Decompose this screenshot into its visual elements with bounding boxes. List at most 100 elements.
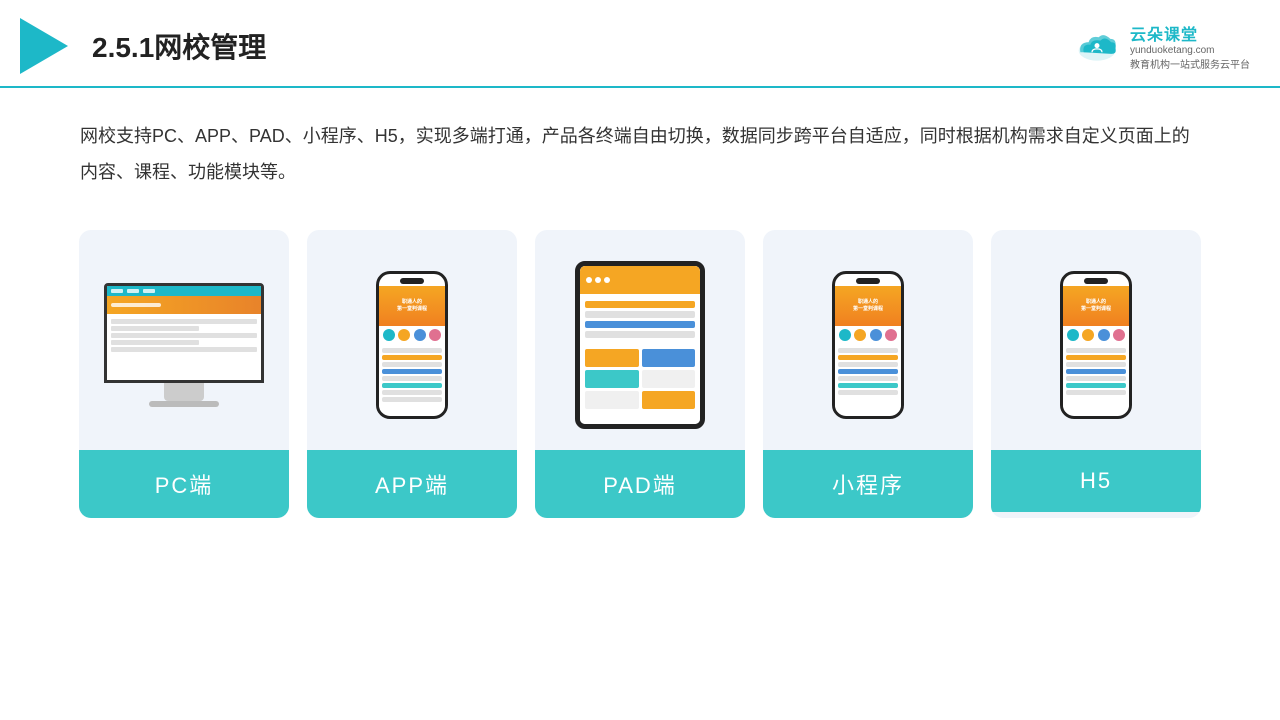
- mini-row: [838, 369, 898, 374]
- header-left: 2.5.1网校管理: [20, 18, 266, 74]
- card-app-label[interactable]: APP端: [307, 450, 517, 518]
- pc-banner: [107, 296, 261, 314]
- tablet-screen: [580, 266, 700, 424]
- card-pc-image: [79, 230, 289, 450]
- h5-icon-2: [1082, 329, 1094, 341]
- card-mini-label[interactable]: 小程序: [763, 450, 973, 518]
- grid-cell: [642, 370, 696, 388]
- card-app-image: 职通人的第一堂判课程: [307, 230, 517, 450]
- phone-screen-h5: 职通人的第一堂判课程: [1063, 286, 1129, 412]
- card-pad-image: [535, 230, 745, 450]
- mini-row: [838, 355, 898, 360]
- h5-row: [1066, 362, 1126, 367]
- phone-screen-mini: 职通人的第一堂判课程: [835, 286, 901, 412]
- h5-content: [1063, 344, 1129, 399]
- mini-banner: 职通人的第一堂判课程: [835, 286, 901, 326]
- header: 2.5.1网校管理 云朵课堂 yunduoketang.com 教育机构一站式服…: [0, 0, 1280, 88]
- card-pad: PAD端: [535, 230, 745, 518]
- row-3: [382, 362, 442, 367]
- tablet-row: [585, 331, 695, 338]
- app-icons: [379, 326, 445, 344]
- card-pc-label[interactable]: PC端: [79, 450, 289, 518]
- grid-cell: [585, 349, 639, 367]
- mini-content: [835, 344, 901, 399]
- icon-3: [414, 329, 426, 341]
- mini-row: [838, 376, 898, 381]
- grid-cell: [585, 370, 639, 388]
- content-row: [111, 326, 199, 331]
- tablet-dot: [586, 277, 592, 283]
- h5-row: [1066, 383, 1126, 388]
- content-row: [111, 319, 257, 324]
- tablet-row: [585, 301, 695, 308]
- phone-mockup-app: 职通人的第一堂判课程: [376, 271, 448, 419]
- tablet-mockup: [575, 261, 705, 429]
- h5-icon-1: [1067, 329, 1079, 341]
- grid-cell: [585, 391, 639, 409]
- description: 网校支持PC、APP、PAD、小程序、H5，实现多端打通，产品各终端自由切换，数…: [0, 88, 1280, 200]
- h5-icon-4: [1113, 329, 1125, 341]
- content-row: [111, 347, 257, 352]
- tablet-grid: [580, 345, 700, 413]
- logo-url: yunduoketang.com: [1130, 45, 1215, 56]
- row-1: [382, 348, 442, 353]
- card-h5-image: 职通人的第一堂判课程: [991, 230, 1201, 450]
- h5-row: [1066, 348, 1126, 353]
- mini-row: [838, 348, 898, 353]
- phone-mockup-h5: 职通人的第一堂判课程: [1060, 271, 1132, 419]
- pc-content: [107, 314, 261, 357]
- page-title: 2.5.1网校管理: [92, 26, 266, 66]
- monitor-mockup: [99, 283, 269, 407]
- grid-cell: [642, 391, 696, 409]
- mini-row: [838, 362, 898, 367]
- description-text: 网校支持PC、APP、PAD、小程序、H5，实现多端打通，产品各终端自由切换，数…: [80, 126, 1190, 182]
- cloud-logo-icon: [1072, 27, 1122, 65]
- grid-cell: [642, 349, 696, 367]
- card-pc: PC端: [79, 230, 289, 518]
- monitor-screen: [104, 283, 264, 383]
- h5-row: [1066, 369, 1126, 374]
- card-miniprogram: 职通人的第一堂判课程: [763, 230, 973, 518]
- app-banner: 职通人的第一堂判课程: [379, 286, 445, 326]
- monitor-base: [149, 401, 219, 407]
- mini-banner-text: 职通人的第一堂判课程: [853, 299, 883, 313]
- mini-row: [838, 390, 898, 395]
- h5-row: [1066, 355, 1126, 360]
- h5-banner-text: 职通人的第一堂判课程: [1081, 299, 1111, 313]
- card-pad-label[interactable]: PAD端: [535, 450, 745, 518]
- monitor-stand: [164, 383, 204, 401]
- phone-mockup-mini: 职通人的第一堂判课程: [832, 271, 904, 419]
- phone-notch-mini: [856, 278, 880, 284]
- app-banner-text: 职通人的第一堂判课程: [397, 299, 427, 313]
- phone-screen: 职通人的第一堂判课程: [379, 286, 445, 412]
- mini-icons: [835, 326, 901, 344]
- icon-2: [398, 329, 410, 341]
- row-6: [382, 383, 442, 388]
- cards-container: PC端 职通人的第一堂判课程: [0, 200, 1280, 548]
- logo-text: 云朵课堂 yunduoketang.com 教育机构一站式服务云平台: [1130, 21, 1250, 71]
- phone-notch: [400, 278, 424, 284]
- mini-icon-3: [870, 329, 882, 341]
- tablet-content: [580, 294, 700, 345]
- logo-name: 云朵课堂: [1130, 21, 1198, 45]
- mini-row: [838, 383, 898, 388]
- tablet-row: [585, 311, 695, 318]
- icon-4: [429, 329, 441, 341]
- content-row: [111, 340, 199, 345]
- mini-icon-2: [854, 329, 866, 341]
- logo-subtitle: 教育机构一站式服务云平台: [1130, 56, 1250, 71]
- h5-icons: [1063, 326, 1129, 344]
- row-8: [382, 397, 442, 402]
- card-h5: 职通人的第一堂判课程: [991, 230, 1201, 518]
- phone-notch-h5: [1084, 278, 1108, 284]
- row-7: [382, 390, 442, 395]
- row-4: [382, 369, 442, 374]
- card-miniprogram-image: 职通人的第一堂判课程: [763, 230, 973, 450]
- banner-text: [111, 303, 161, 307]
- card-h5-label[interactable]: H5: [991, 450, 1201, 512]
- content-row: [111, 333, 257, 338]
- mini-icon-1: [839, 329, 851, 341]
- tablet-top: [580, 266, 700, 294]
- nav-dot-3: [143, 289, 155, 293]
- pc-nav: [107, 286, 261, 296]
